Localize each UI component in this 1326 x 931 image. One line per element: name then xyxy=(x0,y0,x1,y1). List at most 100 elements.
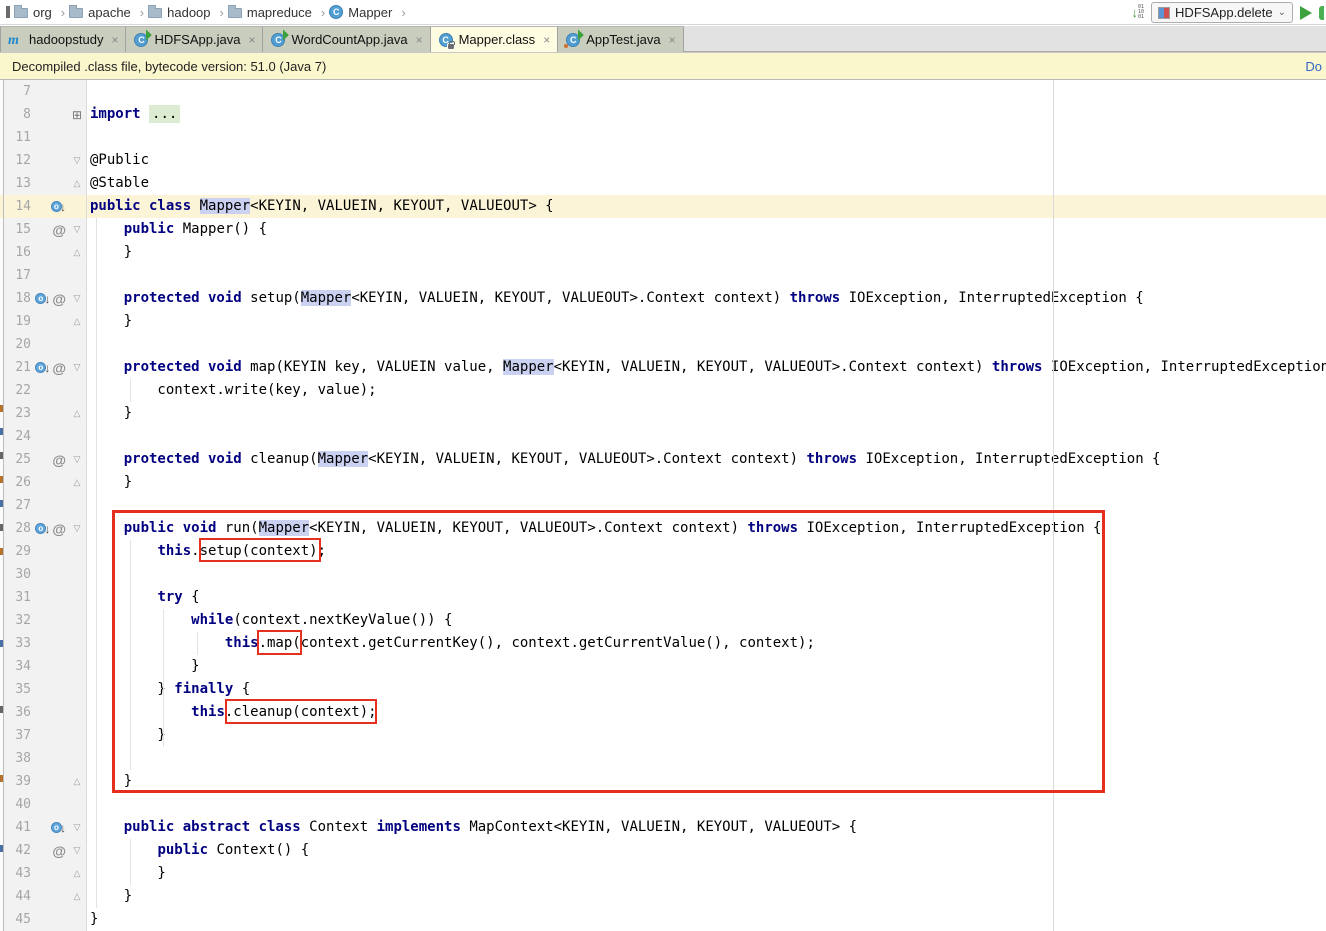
code-text[interactable]: context.write(key, value); xyxy=(87,379,1326,402)
code-text[interactable] xyxy=(87,563,1326,586)
code-line[interactable]: 20 xyxy=(0,333,1326,356)
code-line[interactable]: 35 } finally { xyxy=(0,678,1326,701)
code-line[interactable]: 23△ } xyxy=(0,402,1326,425)
code-text[interactable]: this.cleanup(context); xyxy=(87,701,1326,724)
code-line[interactable]: 7 xyxy=(0,80,1326,103)
code-line[interactable]: 22 context.write(key, value); xyxy=(0,379,1326,402)
code-line[interactable]: 11 xyxy=(0,126,1326,149)
fold-start-icon[interactable]: ▽ xyxy=(68,816,87,839)
code-line[interactable]: 39△ } xyxy=(0,770,1326,793)
breadcrumb-item[interactable]: org› xyxy=(14,5,69,20)
annotated-marker-icon[interactable]: @ xyxy=(52,521,66,537)
fold-start-icon[interactable]: ▽ xyxy=(68,448,87,471)
fold-end-icon[interactable]: △ xyxy=(68,885,87,908)
code-text[interactable] xyxy=(87,80,1326,103)
fold-start-icon[interactable]: ▽ xyxy=(68,149,87,172)
code-text[interactable]: } xyxy=(87,862,1326,885)
code-line[interactable]: 28o↓@▽ public void run(Mapper<KEYIN, VAL… xyxy=(0,517,1326,540)
run-button[interactable] xyxy=(1300,6,1312,20)
overridden-method-icon[interactable]: o↓ xyxy=(51,822,66,834)
code-line[interactable]: 18o↓@▽ protected void setup(Mapper<KEYIN… xyxy=(0,287,1326,310)
code-text[interactable]: } xyxy=(87,908,1326,931)
code-line[interactable]: 37 } xyxy=(0,724,1326,747)
code-line[interactable]: 21o↓@▽ protected void map(KEYIN key, VAL… xyxy=(0,356,1326,379)
code-text[interactable]: } finally { xyxy=(87,678,1326,701)
overridden-method-icon[interactable]: o↓ xyxy=(35,293,50,305)
code-line[interactable]: 27 xyxy=(0,494,1326,517)
code-line[interactable]: 32 while(context.nextKeyValue()) { xyxy=(0,609,1326,632)
code-line[interactable]: 8⊞import ... xyxy=(0,103,1326,126)
breadcrumb-item[interactable]: apache› xyxy=(69,5,148,20)
fold-start-icon[interactable]: ▽ xyxy=(68,356,87,379)
code-line[interactable]: 26△ } xyxy=(0,471,1326,494)
code-line[interactable]: 25@▽ protected void cleanup(Mapper<KEYIN… xyxy=(0,448,1326,471)
code-text[interactable]: } xyxy=(87,402,1326,425)
code-text[interactable]: } xyxy=(87,770,1326,793)
code-text[interactable]: } xyxy=(87,655,1326,678)
code-text[interactable]: @Stable xyxy=(87,172,1326,195)
code-line[interactable]: 43△ } xyxy=(0,862,1326,885)
code-line-current[interactable]: 14o↓public class Mapper<KEYIN, VALUEIN, … xyxy=(0,195,1326,218)
code-line[interactable]: 44△ } xyxy=(0,885,1326,908)
fold-end-icon[interactable]: △ xyxy=(68,862,87,885)
code-line[interactable]: 15@▽ public Mapper() { xyxy=(0,218,1326,241)
code-line[interactable]: 38 xyxy=(0,747,1326,770)
code-line[interactable]: 33 this.map(context.getCurrentKey(), con… xyxy=(0,632,1326,655)
tab-wordcountapp-java[interactable]: CWordCountApp.java× xyxy=(263,26,430,52)
annotated-marker-icon[interactable]: @ xyxy=(52,222,66,238)
fold-plus-icon[interactable]: ⊞ xyxy=(68,103,87,126)
code-text[interactable]: while(context.nextKeyValue()) { xyxy=(87,609,1326,632)
code-text[interactable]: } xyxy=(87,885,1326,908)
overridden-method-icon[interactable]: o↓ xyxy=(35,362,50,374)
code-text[interactable] xyxy=(87,126,1326,149)
code-text[interactable]: this.setup(context); xyxy=(87,540,1326,563)
fold-end-icon[interactable]: △ xyxy=(68,770,87,793)
code-line[interactable]: 34 } xyxy=(0,655,1326,678)
code-text[interactable]: protected void map(KEYIN key, VALUEIN va… xyxy=(87,356,1326,379)
run-configuration-select[interactable]: HDFSApp.delete ⌄ xyxy=(1151,2,1293,23)
code-text[interactable] xyxy=(87,425,1326,448)
code-text[interactable]: } xyxy=(87,241,1326,264)
code-text[interactable]: public Context() { xyxy=(87,839,1326,862)
fold-end-icon[interactable]: △ xyxy=(68,241,87,264)
code-line[interactable]: 13△@Stable xyxy=(0,172,1326,195)
close-icon[interactable]: × xyxy=(416,33,423,47)
code-line[interactable]: 41o↓▽ public abstract class Context impl… xyxy=(0,816,1326,839)
code-line[interactable]: 24 xyxy=(0,425,1326,448)
close-icon[interactable]: × xyxy=(111,33,118,47)
breadcrumb-item[interactable]: hadoop› xyxy=(148,5,228,20)
code-text[interactable] xyxy=(87,494,1326,517)
annotated-marker-icon[interactable]: @ xyxy=(52,452,66,468)
code-line[interactable]: 42@▽ public Context() { xyxy=(0,839,1326,862)
code-text[interactable]: } xyxy=(87,724,1326,747)
code-text[interactable] xyxy=(87,793,1326,816)
code-text[interactable]: protected void cleanup(Mapper<KEYIN, VAL… xyxy=(87,448,1326,471)
overridden-method-icon[interactable]: o↓ xyxy=(51,201,66,213)
code-line[interactable]: 17 xyxy=(0,264,1326,287)
code-text[interactable]: this.map(context.getCurrentKey(), contex… xyxy=(87,632,1326,655)
code-line[interactable]: 36 this.cleanup(context); xyxy=(0,701,1326,724)
fold-start-icon[interactable]: ▽ xyxy=(68,218,87,241)
code-text[interactable] xyxy=(87,333,1326,356)
code-line[interactable]: 40 xyxy=(0,793,1326,816)
code-line[interactable]: 19△ } xyxy=(0,310,1326,333)
bytecode-viewer-icon[interactable]: ↓ 011001 xyxy=(1132,5,1145,20)
close-icon[interactable]: × xyxy=(669,33,676,47)
fold-end-icon[interactable]: △ xyxy=(68,310,87,333)
code-text[interactable]: public void run(Mapper<KEYIN, VALUEIN, K… xyxy=(87,517,1326,540)
code-line[interactable]: 45} xyxy=(0,908,1326,931)
code-text[interactable]: } xyxy=(87,310,1326,333)
code-line[interactable]: 16△ } xyxy=(0,241,1326,264)
tab-hadoopstudy[interactable]: mhadoopstudy× xyxy=(0,26,126,52)
annotated-marker-icon[interactable]: @ xyxy=(52,360,66,376)
code-text[interactable]: public class Mapper<KEYIN, VALUEIN, KEYO… xyxy=(87,195,1326,218)
tab-apptest-java[interactable]: CAppTest.java× xyxy=(558,26,683,52)
fold-end-icon[interactable]: △ xyxy=(68,402,87,425)
fold-start-icon[interactable]: ▽ xyxy=(68,517,87,540)
code-text[interactable]: try { xyxy=(87,586,1326,609)
breadcrumb-item[interactable]: mapreduce› xyxy=(228,5,329,20)
tab-mapper-class[interactable]: CMapper.class× xyxy=(431,26,559,52)
banner-link[interactable]: Do xyxy=(1305,59,1322,74)
annotated-marker-icon[interactable]: @ xyxy=(52,291,66,307)
code-line[interactable]: 30 xyxy=(0,563,1326,586)
